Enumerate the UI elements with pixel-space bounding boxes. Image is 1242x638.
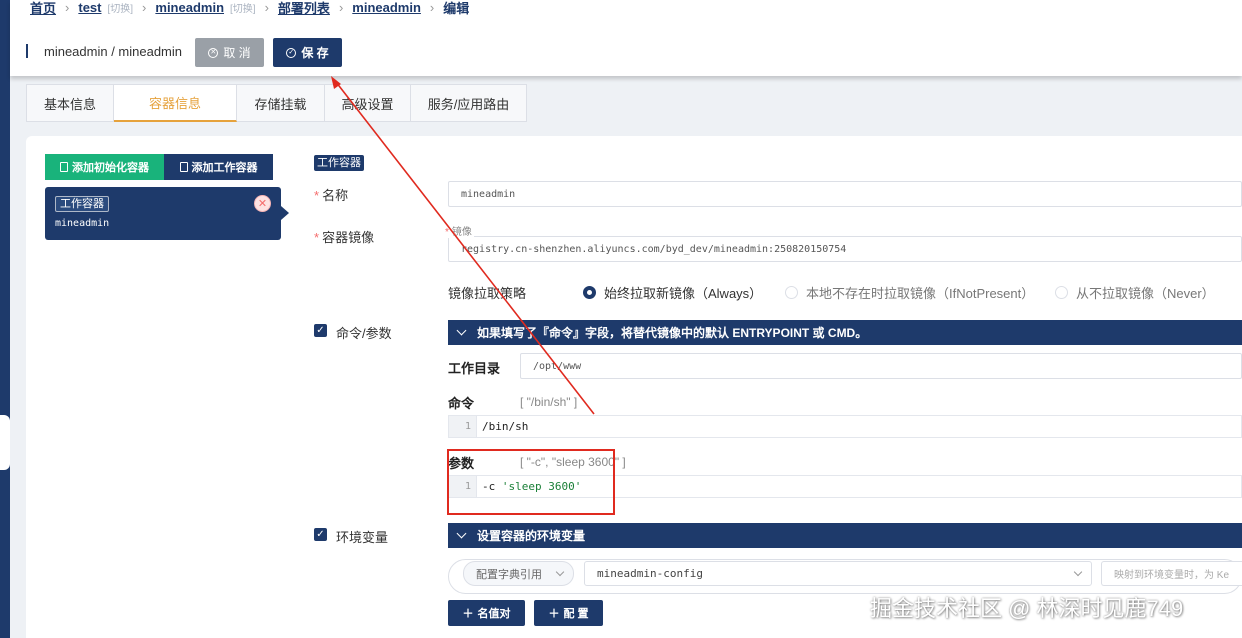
remove-container-icon[interactable]: ✕ [254, 195, 271, 212]
container-type-tag: 工作容器 [55, 196, 109, 212]
radio-label: 始终拉取新镜像（Always） [604, 286, 763, 301]
tab-basic-info[interactable]: 基本信息 [26, 84, 114, 122]
add-init-container-button[interactable]: 添加初始化容器 [45, 154, 164, 180]
pull-policy-ifnotpresent-radio[interactable]: 本地不存在时拉取镜像（IfNotPresent） [785, 283, 1034, 302]
add-init-container-label: 添加初始化容器 [72, 162, 149, 174]
env-ref-type-select[interactable]: 配置字典引用 [463, 561, 574, 586]
plus-icon: ＋ [462, 608, 474, 620]
breadcrumb-namespace[interactable]: mineadmin [155, 0, 224, 15]
breadcrumb-current: 编辑 [443, 0, 470, 16]
breadcrumb-separator: › [429, 0, 435, 15]
tab-label: 基本信息 [43, 96, 96, 112]
tab-bar: 基本信息 容器信息 存储挂载 高级设置 服务/应用路由 [26, 84, 527, 122]
add-work-container-button[interactable]: 添加工作容器 [164, 154, 273, 180]
breadcrumb-home[interactable]: 首页 [30, 0, 56, 17]
command-checkbox[interactable]: ✓ [314, 324, 327, 337]
container-name: mineadmin [55, 218, 110, 229]
command-bar-text: 如果填写了『命令』字段，将替代镜像中的默认 ENTRYPOINT 或 CMD。 [477, 326, 868, 340]
add-work-container-label: 添加工作容器 [191, 162, 258, 174]
add-kv-button[interactable]: ＋名值对 [448, 600, 525, 626]
command-checkbox-label: 命令/参数 [336, 326, 392, 341]
cancel-button-label: 取 消 [223, 46, 251, 60]
document-icon [60, 162, 68, 172]
tab-label: 存储挂载 [254, 96, 307, 112]
save-button-label: 保 存 [301, 46, 329, 60]
annotation-highlight-box [447, 449, 615, 515]
breadcrumb-cluster[interactable]: test [78, 0, 101, 15]
breadcrumb-separator: › [338, 0, 344, 15]
configmap-select[interactable]: mineadmin-config [584, 561, 1092, 586]
env-checkbox-label: 环境变量 [336, 530, 389, 545]
sidebar-notch [0, 415, 10, 470]
container-form-panel: 添加初始化容器 添加工作容器 工作容器 mineadmin ✕ 工作容器 * 名称… [26, 136, 1242, 638]
env-checkbox[interactable]: ✓ [314, 528, 327, 541]
section-tag: 工作容器 [314, 155, 364, 171]
configmap-value: mineadmin-config [597, 567, 703, 580]
tab-label: 容器信息 [148, 96, 201, 111]
breadcrumb: 首页 › test [切换] › mineadmin [切换] › 部署列表 ›… [30, 0, 470, 17]
line-number: 1 [449, 416, 477, 437]
close-circle-icon: ✕ [208, 47, 219, 58]
name-label: * 名称 [314, 188, 349, 203]
breadcrumb-deployment[interactable]: mineadmin [352, 0, 421, 15]
radio-dot [583, 286, 596, 299]
breadcrumb-separator: › [142, 0, 147, 15]
cmd-label: 命令 [448, 396, 475, 411]
breadcrumb-switch[interactable]: [切换] [230, 0, 256, 15]
image-float-label: * 镜像 [443, 223, 474, 238]
sidebar-strip [0, 0, 10, 638]
add-kv-label: 名值对 [477, 608, 511, 620]
workdir-input[interactable]: /opt/www [520, 353, 1242, 379]
cmd-code-line: /bin/sh [482, 420, 529, 433]
env-map-input[interactable]: 映射到环境变量时，为 Ke [1101, 561, 1242, 586]
cmd-hint: [ "/bin/sh" ] [520, 395, 578, 409]
tab-service-route[interactable]: 服务/应用路由 [411, 84, 527, 122]
pull-policy-never-radio[interactable]: 从不拉取镜像（Never） [1055, 283, 1215, 302]
chevron-down-icon [456, 325, 467, 336]
cancel-button[interactable]: ✕ 取 消 [195, 38, 264, 67]
page-title: mineadmin / mineadmin [44, 44, 183, 59]
tab-label: 高级设置 [341, 96, 394, 112]
radio-dot [785, 286, 798, 299]
breadcrumb-separator: › [65, 0, 70, 15]
radio-dot [1055, 286, 1068, 299]
add-config-button[interactable]: ＋配 置 [534, 600, 603, 626]
cmd-editor[interactable]: 1 /bin/sh [448, 415, 1242, 438]
chevron-down-icon [456, 528, 467, 539]
env-bar-text: 设置容器的环境变量 [477, 529, 586, 543]
plus-icon: ＋ [548, 608, 560, 620]
save-button[interactable]: ✓ 保 存 [273, 38, 342, 67]
watermark: 掘金技术社区 @ 林深时见鹿749 [870, 596, 1184, 621]
workdir-label: 工作目录 [448, 361, 501, 376]
container-card[interactable]: 工作容器 mineadmin [45, 187, 289, 240]
image-label: * 容器镜像 [314, 230, 375, 245]
pull-policy-always-radio[interactable]: 始终拉取新镜像（Always） [583, 283, 762, 302]
check-circle-icon: ✓ [286, 47, 297, 58]
tab-label: 服务/应用路由 [427, 96, 510, 112]
env-map-placeholder: 映射到环境变量时，为 Ke [1114, 570, 1230, 581]
tab-container-info[interactable]: 容器信息 [114, 84, 237, 122]
header-panel: 首页 › test [切换] › mineadmin [切换] › 部署列表 ›… [10, 0, 1242, 76]
breadcrumb-separator: › [264, 0, 269, 15]
radio-label: 从不拉取镜像（Never） [1076, 286, 1215, 301]
tab-storage[interactable]: 存储挂载 [237, 84, 325, 122]
env-ref-type-value: 配置字典引用 [476, 568, 542, 581]
breadcrumb-deploy-list[interactable]: 部署列表 [278, 0, 330, 17]
chevron-down-icon [1073, 567, 1083, 577]
tab-advanced[interactable]: 高级设置 [325, 84, 411, 122]
command-section-bar[interactable]: 如果填写了『命令』字段，将替代镜像中的默认 ENTRYPOINT 或 CMD。 [448, 320, 1242, 345]
image-float-label-text: 镜像 [451, 227, 472, 238]
name-label-text: 名称 [322, 188, 349, 203]
radio-label: 本地不存在时拉取镜像（IfNotPresent） [806, 286, 1035, 301]
document-icon [179, 162, 188, 172]
title-marker [26, 44, 28, 58]
add-config-label: 配 置 [563, 608, 589, 620]
name-input[interactable]: mineadmin [448, 181, 1242, 207]
env-section-bar[interactable]: 设置容器的环境变量 [448, 523, 1242, 548]
breadcrumb-switch[interactable]: [切换] [107, 0, 133, 15]
image-input[interactable]: registry.cn-shenzhen.aliyuncs.com/byd_de… [448, 236, 1242, 262]
pull-policy-label: 镜像拉取策略 [448, 286, 527, 301]
chevron-down-icon [555, 567, 565, 577]
image-label-text: 容器镜像 [322, 230, 375, 245]
